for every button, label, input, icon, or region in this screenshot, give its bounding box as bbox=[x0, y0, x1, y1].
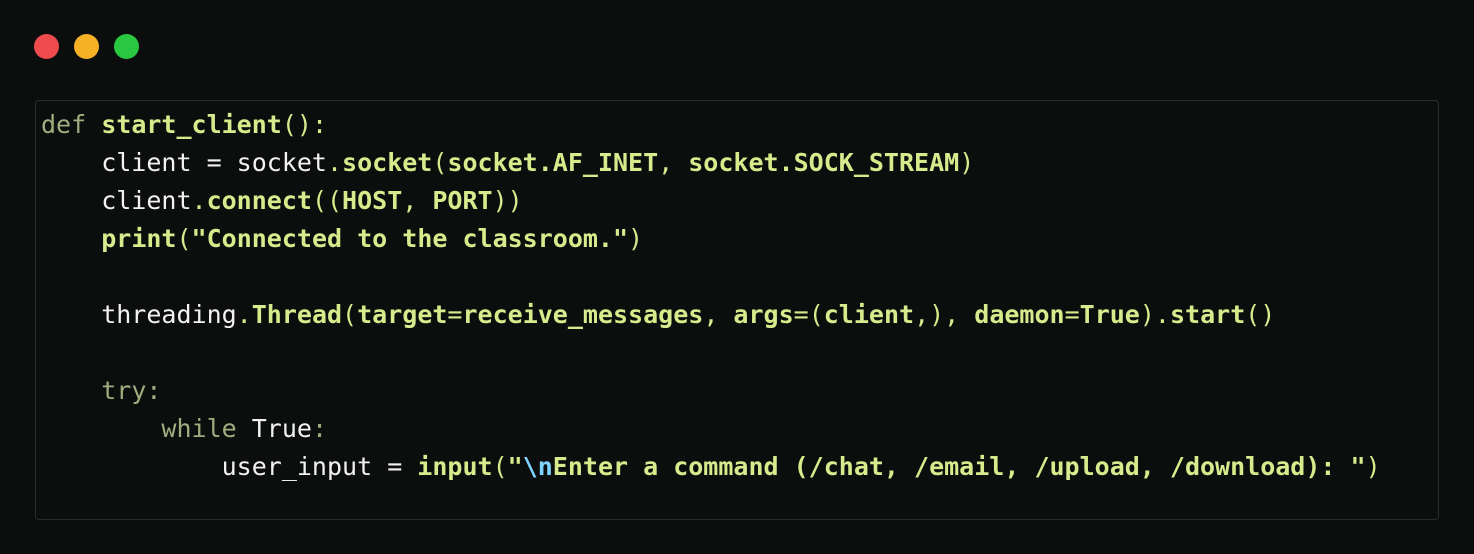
code-block: def start_client(): client = socket.sock… bbox=[41, 106, 1381, 486]
code-token: ) bbox=[959, 148, 975, 177]
code-token: ( bbox=[432, 148, 448, 177]
code-token: socket.AF_INET bbox=[447, 148, 659, 177]
code-token: user_input bbox=[41, 452, 373, 481]
code-token: connect bbox=[206, 186, 312, 215]
code-token: target bbox=[357, 300, 448, 329]
code-token: () bbox=[1245, 300, 1276, 329]
code-token: : bbox=[311, 414, 328, 443]
code-token: try bbox=[101, 376, 147, 405]
code-token: receive_messages bbox=[462, 300, 704, 329]
code-token: : bbox=[146, 376, 162, 405]
code-token: PORT bbox=[432, 186, 493, 215]
code-token: client bbox=[41, 148, 192, 177]
code-token: "Connected to the classroom." bbox=[191, 224, 629, 253]
code-token: = bbox=[1064, 300, 1080, 329]
code-token: ( bbox=[176, 224, 192, 253]
code-token: . bbox=[191, 186, 207, 215]
code-token: = bbox=[447, 300, 463, 329]
code-token: print bbox=[101, 224, 177, 253]
code-token: client bbox=[823, 300, 915, 329]
code-line: print("Connected to the classroom.") bbox=[41, 220, 1381, 258]
code-token: input bbox=[417, 452, 493, 481]
code-token: start_client bbox=[101, 110, 282, 139]
minimize-icon[interactable] bbox=[74, 34, 99, 59]
code-token: ). bbox=[1139, 300, 1170, 329]
code-token: socket bbox=[342, 148, 433, 177]
code-token: start bbox=[1169, 300, 1246, 329]
code-token: . bbox=[326, 148, 343, 177]
code-token: ) bbox=[628, 224, 644, 253]
code-token: . bbox=[236, 300, 252, 329]
code-line: user_input = input("\nEnter a command (/… bbox=[41, 448, 1381, 486]
code-line: client.connect((HOST, PORT)) bbox=[41, 182, 1381, 220]
code-token: , bbox=[402, 186, 433, 215]
code-token: True bbox=[1079, 300, 1140, 329]
code-token: Thread bbox=[251, 300, 343, 329]
code-token: while bbox=[161, 414, 237, 443]
code-panel: def start_client(): client = socket.sock… bbox=[35, 100, 1439, 520]
code-token: socket bbox=[236, 148, 327, 177]
code-token: ( bbox=[342, 300, 358, 329]
code-line: def start_client(): bbox=[41, 106, 1381, 144]
code-token: ) bbox=[1365, 452, 1381, 481]
code-token: Enter a command (/chat, /email, /upload,… bbox=[552, 452, 1366, 481]
maximize-icon[interactable] bbox=[114, 34, 139, 59]
code-token: , bbox=[658, 148, 689, 177]
code-token: = bbox=[191, 148, 237, 177]
code-token: ( bbox=[492, 452, 508, 481]
code-line: client = socket.socket(socket.AF_INET, s… bbox=[41, 144, 1381, 182]
code-line: threading.Thread(target=receive_messages… bbox=[41, 296, 1381, 334]
code-token: threading bbox=[41, 300, 237, 329]
code-token: (): bbox=[281, 110, 327, 139]
code-token: = bbox=[372, 452, 418, 481]
code-token: socket.SOCK_STREAM bbox=[688, 148, 960, 177]
code-token: ,), bbox=[914, 300, 975, 329]
code-token: (( bbox=[311, 186, 343, 215]
code-token: =( bbox=[793, 300, 824, 329]
code-token: client bbox=[41, 186, 192, 215]
code-token: daemon bbox=[974, 300, 1065, 329]
code-token: )) bbox=[492, 186, 523, 215]
code-token: def bbox=[41, 110, 87, 139]
code-token: " bbox=[507, 452, 523, 481]
close-icon[interactable] bbox=[34, 34, 59, 59]
code-token: \n bbox=[522, 452, 553, 481]
code-token: , bbox=[703, 300, 734, 329]
code-token: args bbox=[733, 300, 794, 329]
code-line: try: bbox=[41, 372, 1381, 410]
code-token: True bbox=[251, 414, 312, 443]
code-token: HOST bbox=[342, 186, 403, 215]
code-snippet-window: def start_client(): client = socket.sock… bbox=[0, 0, 1474, 554]
code-line: while True: bbox=[41, 410, 1381, 448]
